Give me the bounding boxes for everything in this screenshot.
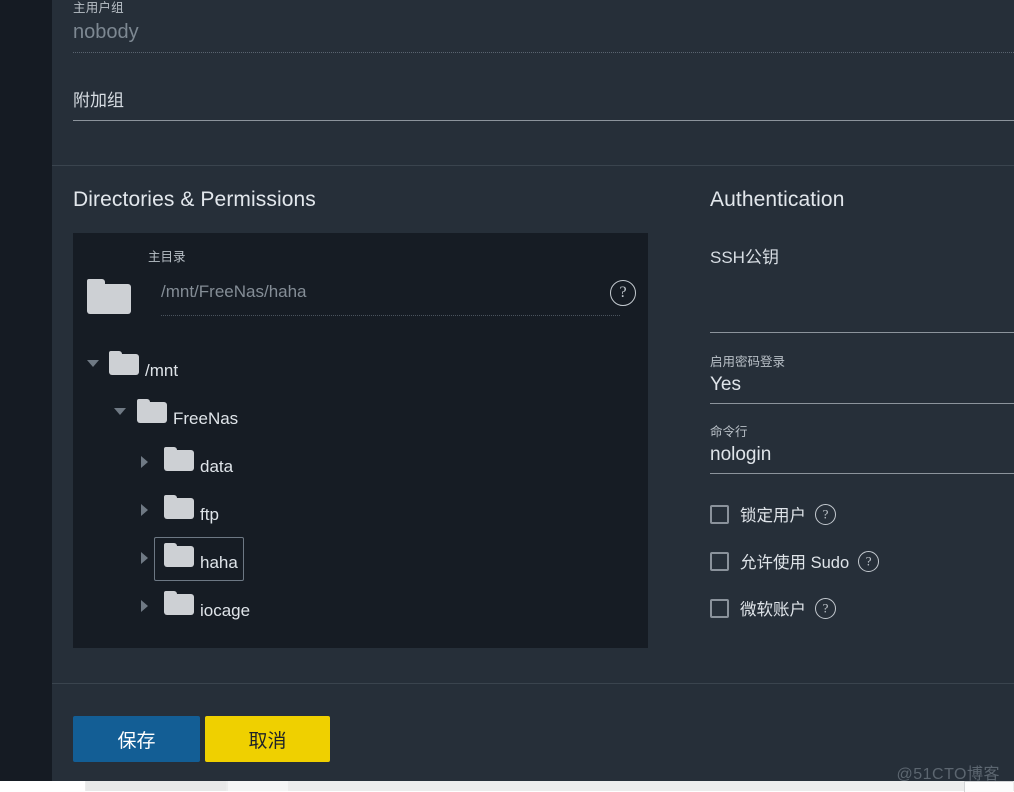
- watermark: @51CTO博客: [896, 766, 1000, 781]
- caret-right-icon[interactable]: [141, 504, 148, 516]
- password-login-field[interactable]: 启用密码登录 Yes: [710, 354, 1014, 404]
- primary-group-field[interactable]: 主用户组 nobody: [73, 0, 1014, 53]
- directory-tree: /mnt FreeNas data ftp haha iocage: [73, 343, 648, 631]
- caret-right-icon[interactable]: [141, 600, 148, 612]
- microsoft-account-checkbox[interactable]: [710, 598, 729, 618]
- password-login-underline: [710, 403, 1014, 404]
- shell-label: 命令行: [710, 425, 748, 439]
- caret-right-icon[interactable]: [141, 456, 148, 468]
- permit-sudo-checkbox-row[interactable]: 允许使用 Sudo ?: [710, 549, 880, 573]
- aux-group-field[interactable]: 附加组: [73, 88, 1014, 121]
- tree-node[interactable]: FreeNas: [73, 391, 648, 439]
- caret-right-icon[interactable]: [141, 552, 148, 564]
- tree-node-label: haha: [200, 553, 238, 572]
- primary-group-underline: [73, 52, 1014, 53]
- tree-node[interactable]: iocage: [73, 583, 648, 631]
- freenas-user-edit-screen: 主用户组 nobody 附加组 Directories & Permission…: [0, 0, 1014, 781]
- help-circle-icon[interactable]: ?: [858, 550, 880, 572]
- home-directory-label: 主目录: [148, 250, 186, 264]
- lock-user-label: 锁定用户: [740, 507, 806, 525]
- tree-node-label: /mnt: [145, 361, 179, 380]
- help-circle-icon[interactable]: ?: [815, 503, 836, 525]
- lock-user-checkbox[interactable]: [710, 504, 729, 524]
- authentication-panel: SSH公钥 启用密码登录 Yes 命令行 nologin 锁定用户 ? 允许使用…: [710, 166, 1014, 683]
- tree-node-label: ftp: [200, 505, 219, 524]
- directory-tree-card: 主目录 /mnt/FreeNas/haha ? /mnt FreeNas dat…: [73, 233, 648, 648]
- folder-icon: [87, 279, 131, 319]
- aux-group-label: 附加组: [73, 91, 124, 110]
- taskbar-segment-start[interactable]: [0, 781, 85, 791]
- folder-icon: [164, 543, 194, 572]
- home-directory-row[interactable]: /mnt/FreeNas/haha ?: [87, 275, 636, 323]
- help-circle-icon[interactable]: ?: [815, 597, 836, 619]
- home-directory-value: /mnt/FreeNas/haha: [161, 282, 307, 301]
- caret-down-icon[interactable]: [114, 408, 126, 415]
- shell-value: nologin: [710, 444, 772, 465]
- ssh-public-key-label: SSH公钥: [710, 248, 779, 267]
- taskbar-segment-middle[interactable]: [228, 781, 288, 791]
- shell-field[interactable]: 命令行 nologin: [710, 424, 1014, 474]
- footer-actions: 保存 取消: [52, 684, 1014, 781]
- top-form-section: 主用户组 nobody 附加组: [52, 0, 1014, 165]
- ssh-public-key-field[interactable]: SSH公钥: [710, 246, 1014, 333]
- microsoft-account-label: 微软账户: [740, 601, 806, 619]
- folder-icon: [137, 399, 167, 428]
- tree-node[interactable]: data: [73, 439, 648, 487]
- left-nav-rail: [0, 0, 52, 781]
- primary-group-value: nobody: [73, 21, 139, 43]
- ssh-public-key-underline: [710, 332, 1014, 333]
- folder-icon: [164, 447, 194, 476]
- tree-node[interactable]: ftp: [73, 487, 648, 535]
- tree-node-label: FreeNas: [173, 409, 239, 428]
- main-content: 主用户组 nobody 附加组 Directories & Permission…: [52, 0, 1014, 781]
- tree-node-selected[interactable]: haha: [73, 535, 648, 583]
- home-directory-underline: [161, 315, 620, 316]
- tree-node[interactable]: /mnt: [73, 343, 648, 391]
- aux-group-underline: [73, 120, 1014, 121]
- primary-group-label: 主用户组: [73, 1, 124, 15]
- permit-sudo-label: 允许使用 Sudo: [740, 554, 850, 572]
- taskbar-segment-end[interactable]: [290, 781, 990, 791]
- directories-heading: Directories & Permissions: [73, 188, 316, 211]
- os-taskbar[interactable]: [0, 781, 1014, 792]
- cancel-button[interactable]: 取消: [205, 716, 330, 762]
- tree-node-label: iocage: [200, 601, 251, 620]
- folder-icon: [164, 495, 194, 524]
- lock-user-checkbox-row[interactable]: 锁定用户 ?: [710, 502, 836, 526]
- taskbar-segment-tabs[interactable]: [86, 781, 226, 791]
- taskbar-corner-box[interactable]: [964, 781, 1013, 792]
- panels-section: Directories & Permissions Authentication…: [52, 166, 1014, 683]
- tree-node-label: data: [200, 457, 234, 476]
- permit-sudo-checkbox[interactable]: [710, 551, 729, 571]
- caret-down-icon[interactable]: [87, 360, 99, 367]
- password-login-label: 启用密码登录: [710, 355, 786, 369]
- microsoft-account-checkbox-row[interactable]: 微软账户 ?: [710, 596, 836, 620]
- save-button[interactable]: 保存: [73, 716, 200, 762]
- folder-icon: [109, 351, 139, 380]
- password-login-value: Yes: [710, 374, 741, 395]
- help-circle-icon[interactable]: ?: [610, 280, 636, 311]
- folder-icon: [164, 591, 194, 620]
- shell-underline: [710, 473, 1014, 474]
